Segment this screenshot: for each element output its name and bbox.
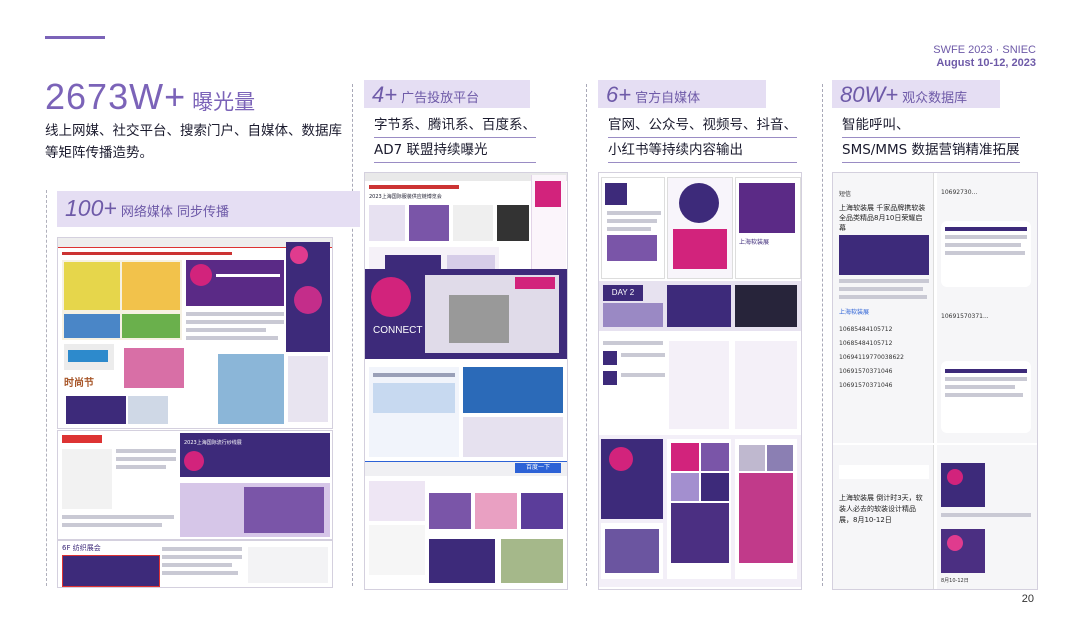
column-number: 4+ — [372, 82, 398, 107]
sms-sender-left: 10692730... — [941, 189, 978, 196]
sms-screenshot: 短信 上海软装展 千家品牌携软装全品类精品8月10日荣耀启幕 上海软装展 106… — [832, 172, 1038, 590]
event-venue: SWFE 2023 · SNIEC — [933, 44, 1036, 56]
column-line: 字节系、腾讯系、百度系、 — [374, 113, 536, 138]
left-dashed-guide — [46, 190, 47, 586]
ad-headline: 2023上海国际服装供应链博览会 — [369, 194, 442, 200]
column-header-database: 80W+ 观众数据库 — [832, 80, 1000, 108]
column-line: 小红书等持续内容输出 — [608, 138, 797, 163]
web-portal-screenshot: 时尚节 — [57, 237, 333, 429]
sms-text-bottom: 上海软装展 倒计时3天，软装人必去的软装设计精品展，8月10-12日 — [839, 494, 923, 524]
sms-code: 10685484105712 — [839, 326, 893, 333]
column-line: 官网、公众号、视频号、抖音、 — [608, 113, 797, 138]
column-label: 广告投放平台 — [401, 91, 480, 106]
column-text-ads: 字节系、腾讯系、百度系、 AD7 联盟持续曝光 — [374, 113, 536, 163]
exposure-unit: 曝光量 — [192, 90, 256, 114]
column-line: 智能呼叫、 — [842, 113, 1020, 138]
news-portal-screenshot: 2023上海国际流行纱线展 — [57, 430, 333, 540]
self-media-day-label: DAY 2 — [603, 285, 643, 301]
exposure-number: 2673W+ — [45, 76, 187, 117]
column-number: 6+ — [606, 82, 632, 107]
exhibition-site-screenshot: 6F 纺织展会 — [57, 540, 333, 588]
column-number: 80W+ — [840, 82, 899, 107]
page-number: 20 — [1021, 593, 1034, 605]
sms-sender-right: 10691570371... — [941, 313, 989, 320]
title-accent-bar — [45, 36, 105, 39]
net-event-title: 时尚节 — [64, 378, 94, 389]
event-brand: SWFE 2023 · SNIEC August 10-12, 2023 — [933, 44, 1036, 70]
sms-folder-label: 上海软装展 — [839, 309, 870, 316]
sms-code: 10685484105712 — [839, 340, 893, 347]
column-label: 官方自媒体 — [635, 91, 701, 106]
column-line: AD7 联盟持续曝光 — [374, 138, 536, 163]
column-text-self-media: 官网、公众号、视频号、抖音、 小红书等持续内容输出 — [608, 113, 797, 163]
ad-search-button[interactable]: 百度一下 — [515, 463, 561, 473]
column-header-ads: 4+ 广告投放平台 — [364, 80, 530, 108]
event-dates: August 10-12, 2023 — [936, 57, 1036, 69]
sms-code: 10691570371046 — [839, 382, 893, 389]
exposure-description: 线上网媒、社交平台、搜索门户、自媒体、数据库等矩阵传播造势。 — [45, 123, 342, 161]
network-media-header: 100+ 网络媒体 同步传播 — [57, 191, 360, 227]
sms-text-top: 上海软装展 千家品牌携软装全品类精品8月10日荣耀启幕 — [839, 204, 926, 232]
sms-code: 10694119770038622 — [839, 354, 904, 361]
column-divider — [352, 84, 353, 586]
exposure-heading: 2673W+ 曝光量 — [45, 76, 255, 118]
sms-date: 8月10-12日 — [941, 578, 969, 584]
ad-connect-text: CONNECT — [373, 325, 423, 336]
sms-back-left: 短信 — [839, 191, 852, 198]
net-section-title: 6F 纺织展会 — [62, 544, 101, 552]
network-media-label: 网络媒体 同步传播 — [120, 205, 229, 220]
network-media-number: 100+ — [65, 195, 117, 221]
column-divider — [822, 84, 823, 586]
sms-code: 10691570371046 — [839, 368, 893, 375]
self-media-screenshot: 上海软装展 DAY 2 — [598, 172, 802, 590]
column-line: SMS/MMS 数据营销精准拓展 — [842, 138, 1020, 163]
column-text-database: 智能呼叫、 SMS/MMS 数据营销精准拓展 — [842, 113, 1020, 163]
column-header-self-media: 6+ 官方自媒体 — [598, 80, 766, 108]
column-label: 观众数据库 — [902, 91, 968, 106]
net-banner-title: 2023上海国际流行纱线展 — [184, 440, 242, 446]
self-media-title: 上海软装展 — [739, 239, 770, 246]
column-divider — [586, 84, 587, 586]
ad-platforms-screenshot: 2023上海国际服装供应链博览会 CONNECT 百度一下 — [364, 172, 568, 590]
